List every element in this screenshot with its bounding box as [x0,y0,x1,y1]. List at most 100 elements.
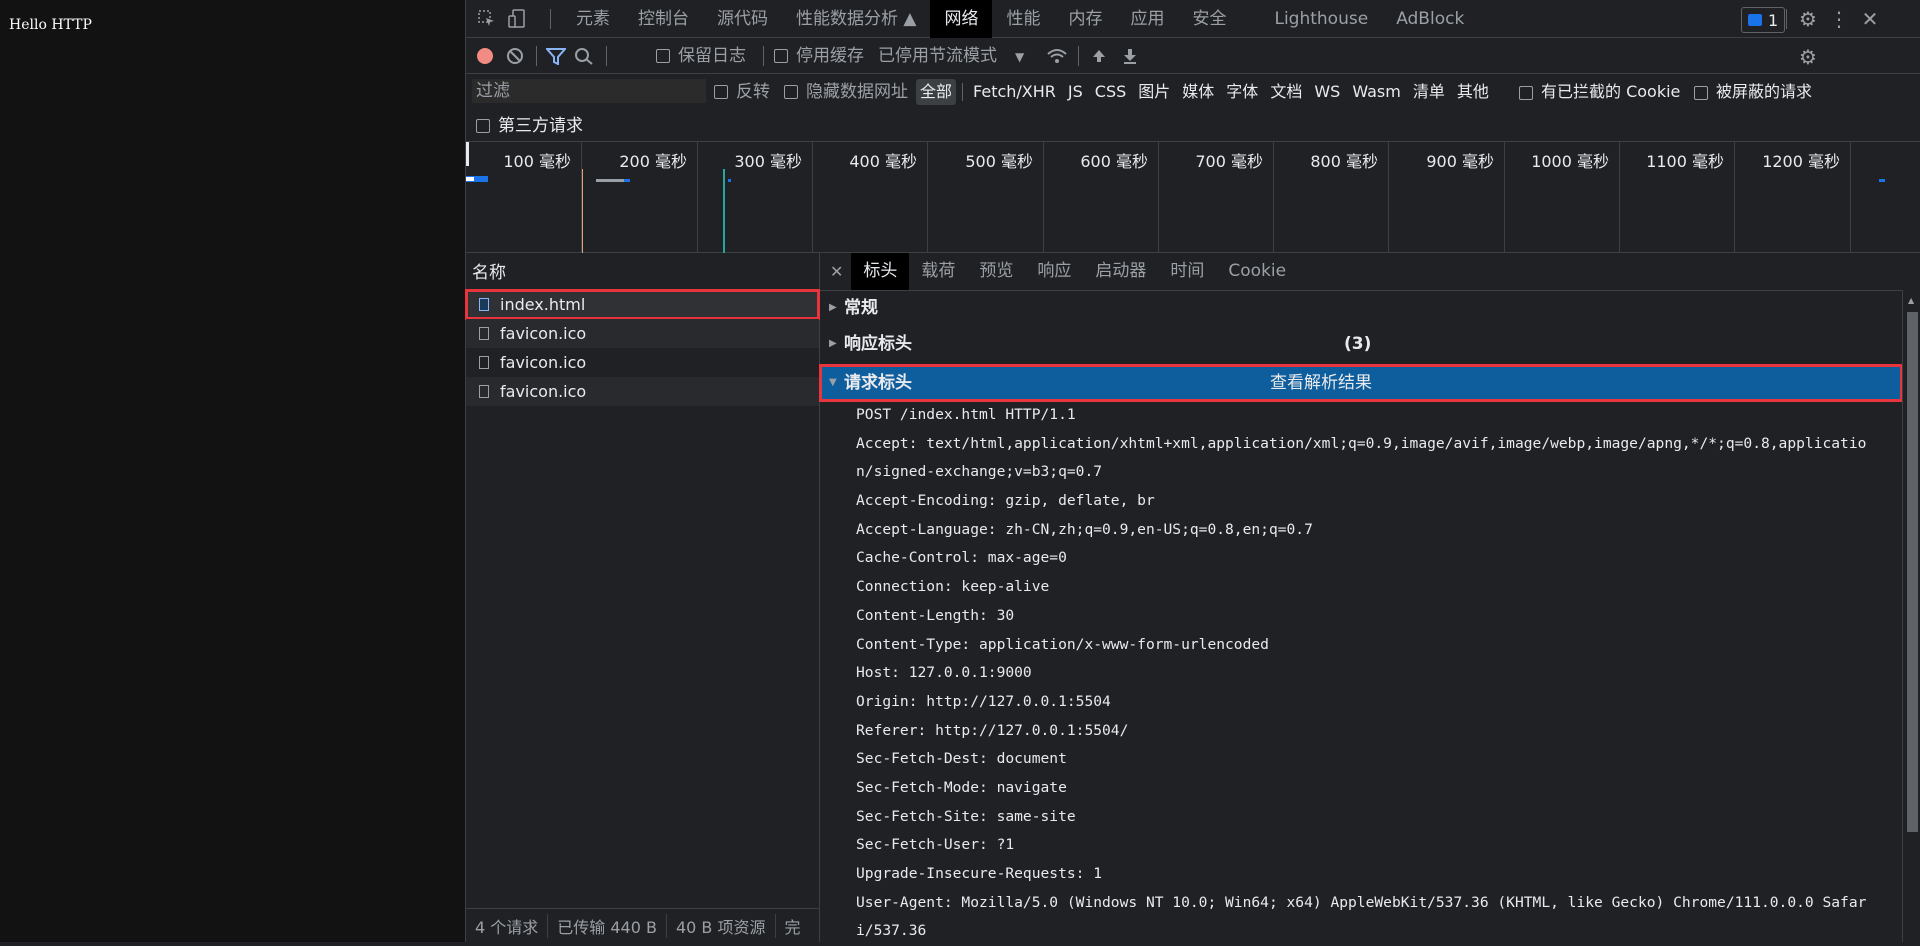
throttling-select[interactable]: 已停用节流模式 ▼ [878,38,1024,74]
request-row[interactable]: favicon.ico [466,377,819,406]
filter-type-js[interactable]: JS [1064,79,1087,105]
timeline-gridline [1850,142,1851,253]
issues-button[interactable]: 1 [1741,7,1786,33]
general-section-header[interactable]: ▶ 常规 [820,293,1902,323]
checkbox[interactable] [1694,85,1708,100]
inspect-element-icon[interactable] [476,8,498,30]
checkbox[interactable] [1519,85,1533,100]
document-icon [479,298,489,311]
timeline-tick-label: 100 毫秒 [503,152,571,171]
raw-header-line: Sec-Fetch-User: ?1 [856,836,1015,854]
timeline-tick-label: 600 毫秒 [1080,152,1148,171]
collapse-arrow-icon: ▼ [829,377,837,388]
scroll-up-arrow-icon[interactable]: ▲ [1908,296,1914,305]
filter-type-wasm[interactable]: Wasm [1348,79,1405,105]
tab-preview[interactable]: 预览 [967,253,1025,290]
filter-type-img[interactable]: 图片 [1134,79,1174,105]
timeline-tick-label: 800 毫秒 [1310,152,1378,171]
settings-gear-icon[interactable]: ⚙ [1797,7,1819,31]
filter-bar-row2: 第三方请求 [466,110,1920,142]
network-conditions-icon[interactable] [1046,47,1068,65]
page-text: Hello HTTP [9,17,92,33]
tab-application[interactable]: 应用 [1116,0,1178,38]
checkbox[interactable] [656,49,670,63]
tab-performance-insights[interactable]: 性能数据分析 ▲ [782,0,930,38]
invert-checkbox[interactable]: 反转 [714,74,770,110]
expand-arrow-icon: ▶ [829,338,837,349]
tab-payload[interactable]: 载荷 [909,253,967,290]
request-headers-section-header[interactable]: ▼ 请求标头 查看解析结果 [819,364,1903,402]
tab-initiator[interactable]: 启动器 [1083,253,1158,290]
divider [962,83,964,101]
filter-input[interactable] [472,79,706,103]
view-parsed-button[interactable]: 查看解析结果 [1270,365,1372,401]
checkbox[interactable] [784,85,798,99]
hide-data-urls-checkbox[interactable]: 隐藏数据网址 [784,74,908,110]
raw-request-headers: POST /index.html HTTP/1.1 Accept: text/ht… [856,401,1902,946]
filter-icon[interactable] [546,47,566,65]
tab-security[interactable]: 安全 [1178,0,1260,38]
tab-sources[interactable]: 源代码 [703,0,782,38]
request-row[interactable]: favicon.ico [466,348,819,377]
scrollbar-thumb[interactable] [1907,312,1918,832]
close-details-icon[interactable]: ✕ [820,262,851,281]
raw-header-line: Sec-Fetch-Mode: navigate [856,778,1067,796]
tab-cookies[interactable]: Cookie [1216,253,1298,290]
filter-type-font[interactable]: 字体 [1222,79,1262,105]
filter-type-fetch-xhr[interactable]: Fetch/XHR [969,79,1060,105]
response-headers-section-header[interactable]: ▶ 响应标头 (3) [820,329,1902,359]
tab-headers[interactable]: 标头 [851,253,910,290]
checkbox[interactable] [714,85,728,99]
filter-type-manifest[interactable]: 清单 [1409,79,1449,105]
tab-adblock[interactable]: AdBlock [1382,0,1478,38]
request-list-pane: 名称 index.html favicon.ico favicon.ico fa… [465,253,820,942]
network-settings-gear-icon[interactable]: ⚙ [1797,45,1819,69]
filter-type-other[interactable]: 其他 [1453,79,1493,105]
timeline-tick-label: 200 毫秒 [619,152,687,171]
record-icon[interactable] [476,47,494,65]
filter-type-media[interactable]: 媒体 [1178,79,1218,105]
blocked-requests-checkbox[interactable]: 被屏蔽的请求 [1694,74,1812,110]
more-options-icon[interactable]: ⋮ [1828,7,1850,31]
request-headers-title: 请求标头 [844,373,912,393]
filter-type-ws[interactable]: WS [1310,79,1344,105]
filter-type-css[interactable]: CSS [1091,79,1130,105]
name-column-header[interactable]: 名称 [466,253,819,290]
checkbox[interactable] [774,49,788,63]
clear-icon[interactable] [506,47,524,65]
close-devtools-icon[interactable]: ✕ [1859,7,1881,31]
preserve-log-checkbox[interactable]: 保留日志 [656,38,746,74]
vertical-scrollbar[interactable]: ▲ [1902,290,1920,942]
tab-network[interactable]: 网络 [930,0,993,38]
tab-timing[interactable]: 时间 [1158,253,1216,290]
search-icon[interactable] [574,47,594,65]
tab-memory[interactable]: 内存 [1054,0,1116,38]
request-row[interactable]: favicon.ico [466,319,819,348]
resource-size: 40 B 项资源 [667,913,776,938]
tab-console[interactable]: 控制台 [624,0,703,38]
timeline-handle[interactable] [466,142,469,166]
tab-lighthouse[interactable]: Lighthouse [1260,0,1382,38]
filter-type-all[interactable]: 全部 [916,79,957,105]
divider [763,46,764,66]
third-party-checkbox[interactable]: 第三方请求 [476,110,583,142]
expand-arrow-icon: ▶ [829,302,837,313]
timeline-overview[interactable]: 100 毫秒 200 毫秒 300 毫秒 400 毫秒 500 毫秒 600 毫秒 700 … [466,142,1920,253]
tab-elements[interactable]: 元素 [562,0,624,38]
disable-cache-checkbox[interactable]: 停用缓存 [774,38,864,74]
tab-response[interactable]: 响应 [1025,253,1083,290]
raw-header-line: Content-Type: application/x-www-form-url… [856,635,1269,653]
import-har-icon[interactable] [1090,47,1108,65]
checkbox[interactable] [476,119,490,133]
timeline-tick-label: 900 毫秒 [1426,152,1494,171]
devtools-tabs: 元素 控制台 源代码 性能数据分析 ▲ 网络 性能 内存 应用 安全 Light… [562,0,1478,38]
device-toolbar-icon[interactable] [506,8,528,30]
export-har-icon[interactable] [1121,47,1139,65]
blocked-cookies-checkbox[interactable]: 有已拦截的 Cookie [1519,74,1680,110]
tab-performance[interactable]: 性能 [992,0,1054,38]
timeline-tick-label: 500 毫秒 [965,152,1033,171]
filter-type-doc[interactable]: 文档 [1266,79,1306,105]
filter-bar: 反转 隐藏数据网址 全部 Fetch/XHR JS CSS 图片 媒体 字体 文… [466,74,1920,110]
request-row[interactable]: index.html [465,289,820,320]
issues-icon [1748,14,1762,26]
